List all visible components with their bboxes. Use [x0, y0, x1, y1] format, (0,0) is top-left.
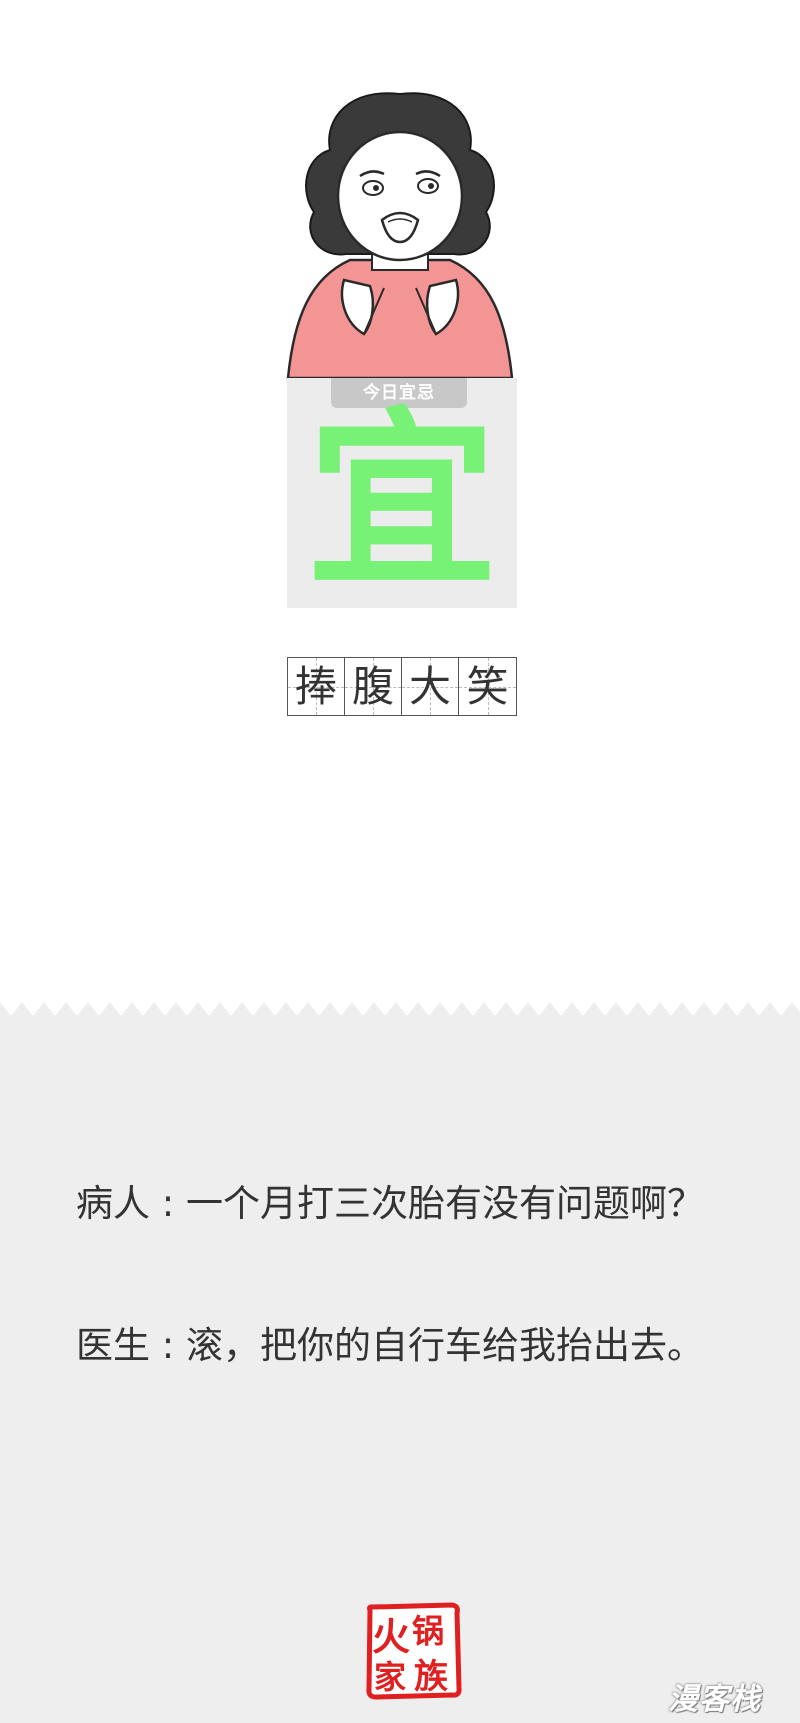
fortune-verdict: 宜: [306, 391, 497, 612]
dialogue-line-doctor: 医生 : 滚，把你的自行车给我抬出去。: [76, 1322, 776, 1370]
idiom-char: 大: [408, 662, 451, 711]
seal-char: 族: [414, 1657, 448, 1697]
speaker-name: 病人: [76, 1182, 150, 1225]
watermark-logo: 漫客栈: [668, 1682, 761, 1717]
zigzag-divider: [0, 1002, 800, 1016]
dialogue-text: 滚，把你的自行车给我抬出去。: [186, 1324, 704, 1367]
idiom-char: 笑: [466, 662, 509, 711]
speaker-separator: :: [150, 1182, 186, 1225]
seal-char: 家: [374, 1658, 406, 1696]
red-seal-logo: 火 锅 家 族: [366, 1602, 462, 1700]
idiom-cell: 大: [402, 658, 459, 715]
cartoon-character-illustration: [286, 92, 514, 380]
dialogue-text: 一个月打三次胎有没有问题啊？: [186, 1182, 704, 1225]
seal-char: 火: [372, 1614, 410, 1659]
idiom-cell: 捧: [288, 658, 345, 715]
speaker-separator: :: [150, 1324, 186, 1367]
idiom-char: 捧: [294, 662, 337, 711]
idiom-cell: 腹: [345, 658, 402, 715]
idiom-grid: 捧 腹 大 笑: [287, 657, 517, 716]
idiom-char: 腹: [351, 662, 394, 711]
idiom-cell: 笑: [459, 658, 516, 715]
dialogue-line-patient: 病人 : 一个月打三次胎有没有问题啊？: [76, 1180, 776, 1228]
seal-char: 锅: [412, 1612, 444, 1650]
speaker-name: 医生: [76, 1324, 150, 1367]
fortune-card: 今日宜忌 宜: [287, 378, 517, 608]
